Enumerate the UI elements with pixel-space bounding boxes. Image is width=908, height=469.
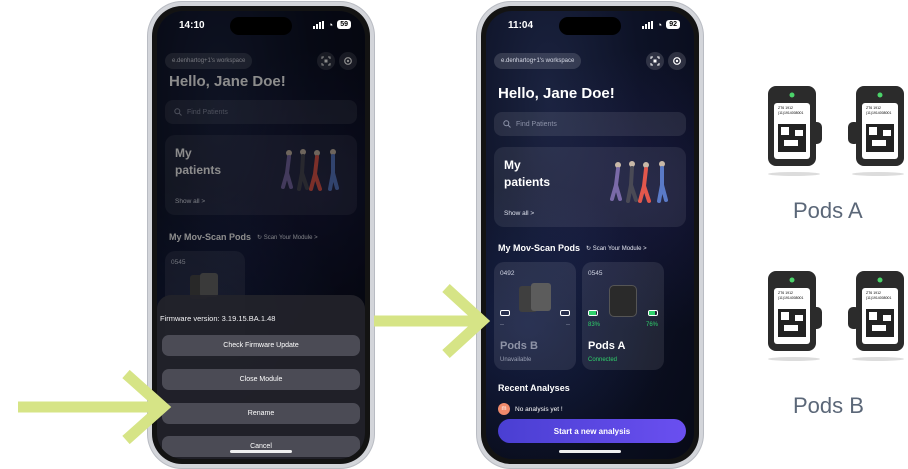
left-battery-icon <box>588 310 598 316</box>
right-battery-label: 76% <box>645 322 658 328</box>
check-firmware-button[interactable]: Check Firmware Update <box>162 335 360 356</box>
workspace-selector[interactable]: e.denhartog+1's workspace <box>494 53 582 69</box>
right-battery-icon <box>648 310 658 316</box>
left-battery-icon <box>500 310 510 316</box>
pod-name: Pods B <box>500 340 538 352</box>
recent-empty-row: m No analysis yet ! <box>498 403 686 415</box>
right-battery-label: -- <box>566 322 570 328</box>
phone-left: 14:10 ◔ 59 e.denhartog+1's workspace Hel… <box>148 2 374 468</box>
presentation-slide: 14:10 ◔ 59 e.denhartog+1's workspace Hel… <box>0 0 908 469</box>
pod-name: Pods A <box>588 340 626 352</box>
pod-code: 0545 <box>588 270 603 277</box>
pod-device-image: ZT6 1912 (11)1914008001 <box>848 271 904 351</box>
show-all-link[interactable]: Show all > <box>504 210 534 217</box>
pods-b-label: Pods B <box>793 393 864 418</box>
patients-title-line1: My <box>504 158 521 172</box>
pod-tag-line2: (11)1914008001 <box>778 296 804 300</box>
action-sheet: Firmware version: 3.19.15.BA.1.48 Check … <box>157 295 365 459</box>
cancel-button[interactable]: Cancel <box>162 436 360 457</box>
greeting-title: Hello, Jane Doe! <box>498 85 615 102</box>
patients-title-line2: patients <box>504 175 551 189</box>
pod-status: Connected <box>588 357 618 363</box>
home-indicator <box>559 450 621 453</box>
my-patients-card[interactable]: My patients Show all > <box>494 147 686 227</box>
settings-button[interactable] <box>668 52 686 70</box>
gear-icon <box>673 57 681 65</box>
close-module-button[interactable]: Close Module <box>162 369 360 390</box>
status-time: 14:10 <box>179 20 205 31</box>
pod-device-image: ZT6 1912 (11)1914008001 <box>766 271 822 351</box>
start-analysis-button[interactable]: Start a new analysis <box>498 419 686 443</box>
pod-card-a[interactable]: 0545 83% 76% Pods A Connected <box>582 262 664 370</box>
wifi-icon: ◔ <box>656 19 663 30</box>
search-placeholder: Find Patients <box>516 120 557 128</box>
right-battery-fill <box>649 311 656 315</box>
signal-icon <box>641 20 653 29</box>
wifi-icon: ◔ <box>327 19 334 30</box>
firmware-version: Firmware version: 3.19.15.BA.1.48 <box>160 314 276 323</box>
right-battery-icon <box>560 310 570 316</box>
arrow-right-icon <box>18 369 172 445</box>
phone-right: 11:04 ◔ 92 e.denhartog+1's workspace Hel… <box>477 2 703 468</box>
app-screen-right: 11:04 ◔ 92 e.denhartog+1's workspace Hel… <box>486 11 694 459</box>
qr-scan-button[interactable] <box>646 52 664 70</box>
pods-a-label: Pods A <box>793 198 863 223</box>
left-battery-label: -- <box>500 322 504 328</box>
status-time: 11:04 <box>508 20 534 31</box>
pod-tag-line2: (11)1914008001 <box>866 111 892 115</box>
home-indicator <box>230 450 292 453</box>
pod-tag-line2: (11)1914008001 <box>778 111 804 115</box>
avatar: m <box>498 403 510 415</box>
recent-analyses-title: Recent Analyses <box>498 383 570 393</box>
battery-icon: 92 <box>666 20 680 29</box>
dynamic-island <box>230 17 292 35</box>
left-battery-fill <box>589 311 596 315</box>
pod-card-b[interactable]: 0492 -- -- Pods B Unavailable <box>494 262 576 370</box>
dynamic-island <box>559 17 621 35</box>
arrow-right-icon <box>374 283 491 359</box>
qr-icon <box>650 56 660 66</box>
pod-device-image: ZT6 1912 (11)1914008001 <box>766 86 822 166</box>
recent-empty-text: No analysis yet ! <box>515 405 563 413</box>
pod-status: Unavailable <box>500 357 532 363</box>
signal-icon <box>312 20 324 29</box>
walking-people-illustration <box>610 161 668 203</box>
battery-icon: 59 <box>337 20 351 29</box>
pods-section-title: My Mov-Scan Pods <box>498 243 581 253</box>
pod-code: 0492 <box>500 270 515 277</box>
pod-device-image: ZT6 1912 (11)1914008001 <box>848 86 904 166</box>
search-input[interactable]: Find Patients <box>494 112 686 136</box>
app-screen-left: 14:10 ◔ 59 e.denhartog+1's workspace Hel… <box>157 11 365 459</box>
rename-button[interactable]: Rename <box>162 403 360 424</box>
scan-module-link[interactable]: ↻ Scan Your Module > <box>586 245 647 252</box>
search-icon <box>503 120 511 128</box>
left-battery-label: 83% <box>588 322 601 328</box>
pod-device-icon <box>519 283 551 312</box>
pod-tag-line2: (11)1914008001 <box>866 296 892 300</box>
pod-device-icon <box>610 286 636 316</box>
